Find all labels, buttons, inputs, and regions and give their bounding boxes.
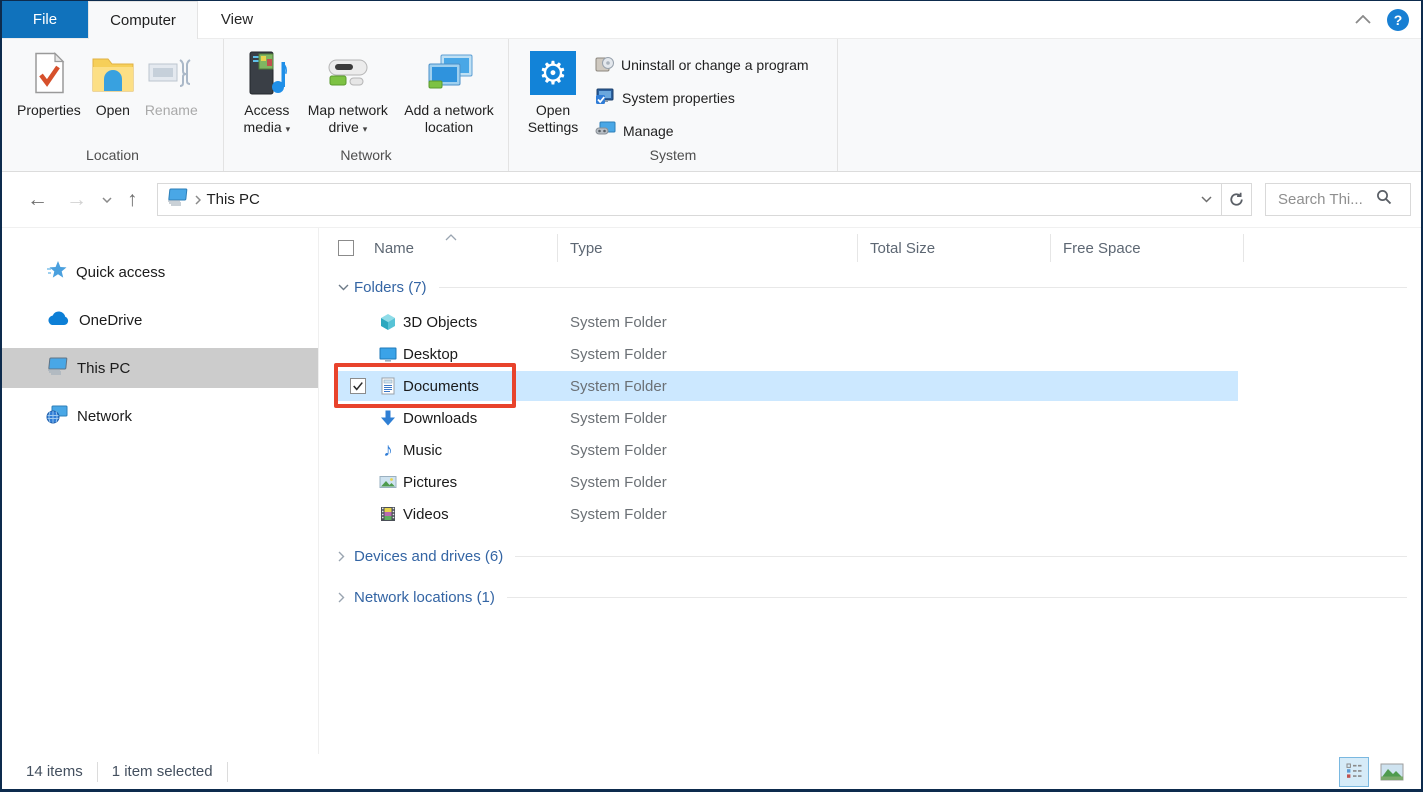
group-header-devices-and-drives[interactable]: Devices and drives (6) [319,537,1421,575]
ribbon: Properties Open [2,39,1421,172]
list-item-music[interactable]: ♪ Music System Folder [319,434,1421,466]
properties-icon [33,44,65,102]
uninstall-program-button[interactable]: Uninstall or change a program [595,48,809,81]
group-header-network-locations[interactable]: Network locations (1) [319,578,1421,616]
select-all-checkbox[interactable] [338,240,354,256]
large-icons-view-button[interactable] [1377,757,1407,787]
quick-access-star-icon [46,260,67,284]
ribbon-tab-strip: File Computer View ? [2,1,1421,39]
desktop-icon [379,345,397,363]
sort-ascending-icon [445,228,457,245]
column-header-type[interactable]: Type [558,234,858,262]
search-box[interactable] [1265,183,1411,216]
group-header-folders[interactable]: Folders (7) [319,268,1421,306]
column-header-name[interactable]: Name [319,234,558,262]
music-note-icon: ♪ [379,441,397,459]
divider [97,762,98,782]
add-network-location-icon [424,44,474,102]
list-item-documents[interactable]: Documents System Folder [319,370,1421,402]
list-item-videos[interactable]: Videos System Folder [319,498,1421,530]
minimize-ribbon-icon[interactable] [1355,11,1371,29]
address-dropdown-chevron-icon[interactable] [1191,184,1221,215]
ribbon-group-network: Access media ▾ Map network drive ▾ [224,39,509,171]
open-folder-icon [91,44,135,102]
this-pc-icon [166,188,188,211]
rename-button[interactable]: Rename [140,42,203,119]
selection-count: 1 item selected [112,763,213,780]
status-bar: 14 items 1 item selected [2,754,1421,789]
recent-locations-chevron-icon[interactable] [96,197,118,203]
search-input[interactable] [1276,190,1376,209]
divider [227,762,228,782]
access-media-icon [247,44,287,102]
system-properties-button[interactable]: System properties [595,81,809,114]
group-divider-line [515,556,1407,557]
list-item-3d-objects[interactable]: 3D Objects System Folder [319,306,1421,338]
list-item-pictures[interactable]: Pictures System Folder [319,466,1421,498]
open-settings-button[interactable]: ⚙ Open Settings [519,42,587,136]
ribbon-group-location: Properties Open [2,39,224,171]
group-label-system: System [509,147,837,171]
manage-icon [595,120,616,141]
chevron-down-icon[interactable] [338,284,352,291]
back-icon[interactable]: ← [18,188,57,212]
3d-objects-icon [379,313,397,331]
settings-gear-icon: ⚙ [530,51,576,95]
ribbon-group-system: ⚙ Open Settings Uninstall or ch [509,39,838,171]
sidebar-item-quick-access[interactable]: Quick access [2,252,318,292]
group-label-network: Network [224,147,508,171]
open-button[interactable]: Open [86,42,140,119]
help-icon[interactable]: ? [1387,9,1409,31]
network-globe-icon [46,405,68,428]
properties-button[interactable]: Properties [12,42,86,119]
refresh-icon[interactable] [1222,183,1252,216]
onedrive-cloud-icon [46,310,70,330]
column-header-free-space[interactable]: Free Space [1051,234,1244,262]
group-divider-line [507,597,1407,598]
add-network-location-button[interactable]: Add a network location [396,42,502,136]
address-field[interactable]: This PC [157,183,1223,216]
tab-computer[interactable]: Computer [88,1,198,39]
forward-icon[interactable]: → [57,188,96,212]
group-divider-line [439,287,1407,288]
map-network-drive-icon [324,44,372,102]
navigation-pane: Quick access OneDrive This PC [2,228,319,754]
access-media-button[interactable]: Access media ▾ [234,42,300,138]
group-label-location: Location [2,147,223,171]
map-network-drive-button[interactable]: Map network drive ▾ [300,42,396,138]
address-bar: ← → ↑ This PC [2,172,1421,228]
pictures-icon [379,473,397,491]
breadcrumb-chevron-icon [195,195,201,205]
uninstall-program-icon [595,54,614,76]
tab-file[interactable]: File [2,1,88,38]
file-explorer-window: File Computer View ? [0,0,1423,792]
up-icon[interactable]: ↑ [118,188,147,212]
column-headers: Name Type Total Size Free Space [319,228,1421,268]
sidebar-item-onedrive[interactable]: OneDrive [2,300,318,340]
search-icon[interactable] [1376,189,1392,210]
rename-icon [147,44,195,102]
manage-button[interactable]: Manage [595,114,809,147]
downloads-icon [379,409,397,427]
chevron-right-icon[interactable] [338,592,352,603]
ribbon-empty-space [838,39,1421,171]
tab-view[interactable]: View [198,1,276,38]
system-properties-icon [595,87,615,109]
sidebar-item-network[interactable]: Network [2,396,318,436]
dropdown-caret-icon: ▾ [363,124,368,134]
this-pc-icon [46,357,68,379]
annotation-highlight-box [334,363,516,408]
details-view-button[interactable] [1339,757,1369,787]
file-list-pane: Name Type Total Size Free Space Folders … [319,228,1421,754]
column-header-total-size[interactable]: Total Size [858,234,1051,262]
chevron-right-icon[interactable] [338,551,352,562]
item-count: 14 items [26,763,83,780]
sidebar-item-this-pc[interactable]: This PC [2,348,318,388]
dropdown-caret-icon: ▾ [286,124,291,134]
videos-icon [379,505,397,523]
breadcrumb-this-pc[interactable]: This PC [207,191,260,208]
